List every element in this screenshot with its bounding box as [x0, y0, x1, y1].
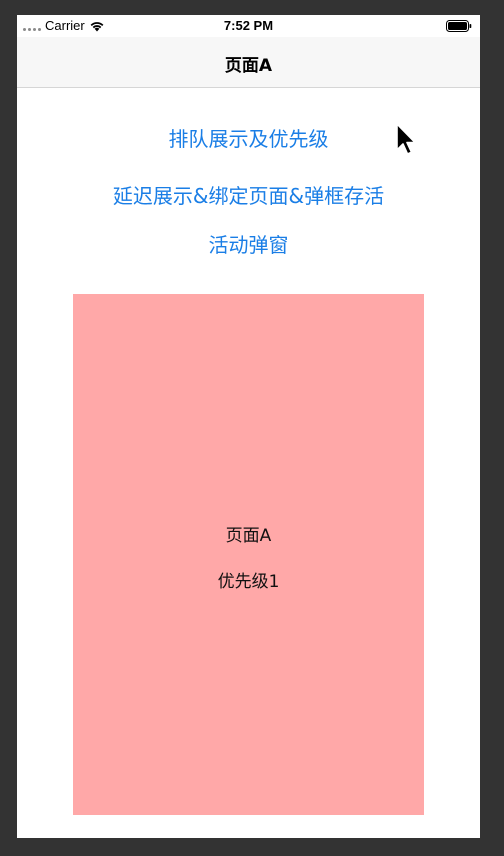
status-bar: Carrier 7:52 PM	[17, 15, 480, 37]
battery-icon	[446, 20, 472, 32]
activity-popup-button[interactable]: 活动弹窗	[17, 229, 480, 258]
popup-priority-label: 优先级1	[217, 572, 280, 592]
page-title: 页面A	[224, 56, 273, 76]
mouse-pointer-icon	[396, 123, 416, 155]
navigation-bar: 页面A	[17, 37, 480, 88]
phone-screen: Carrier 7:52 PM 页面A 排队展示及优先级 延迟展示&绑定页面&弹…	[17, 15, 480, 838]
popup-view[interactable]: 页面A 优先级1	[73, 294, 424, 815]
popup-page-label: 页面A	[225, 526, 272, 546]
status-time: 7:52 PM	[223, 18, 274, 33]
delay-bind-survive-button[interactable]: 延迟展示&绑定页面&弹框存活	[17, 180, 480, 209]
